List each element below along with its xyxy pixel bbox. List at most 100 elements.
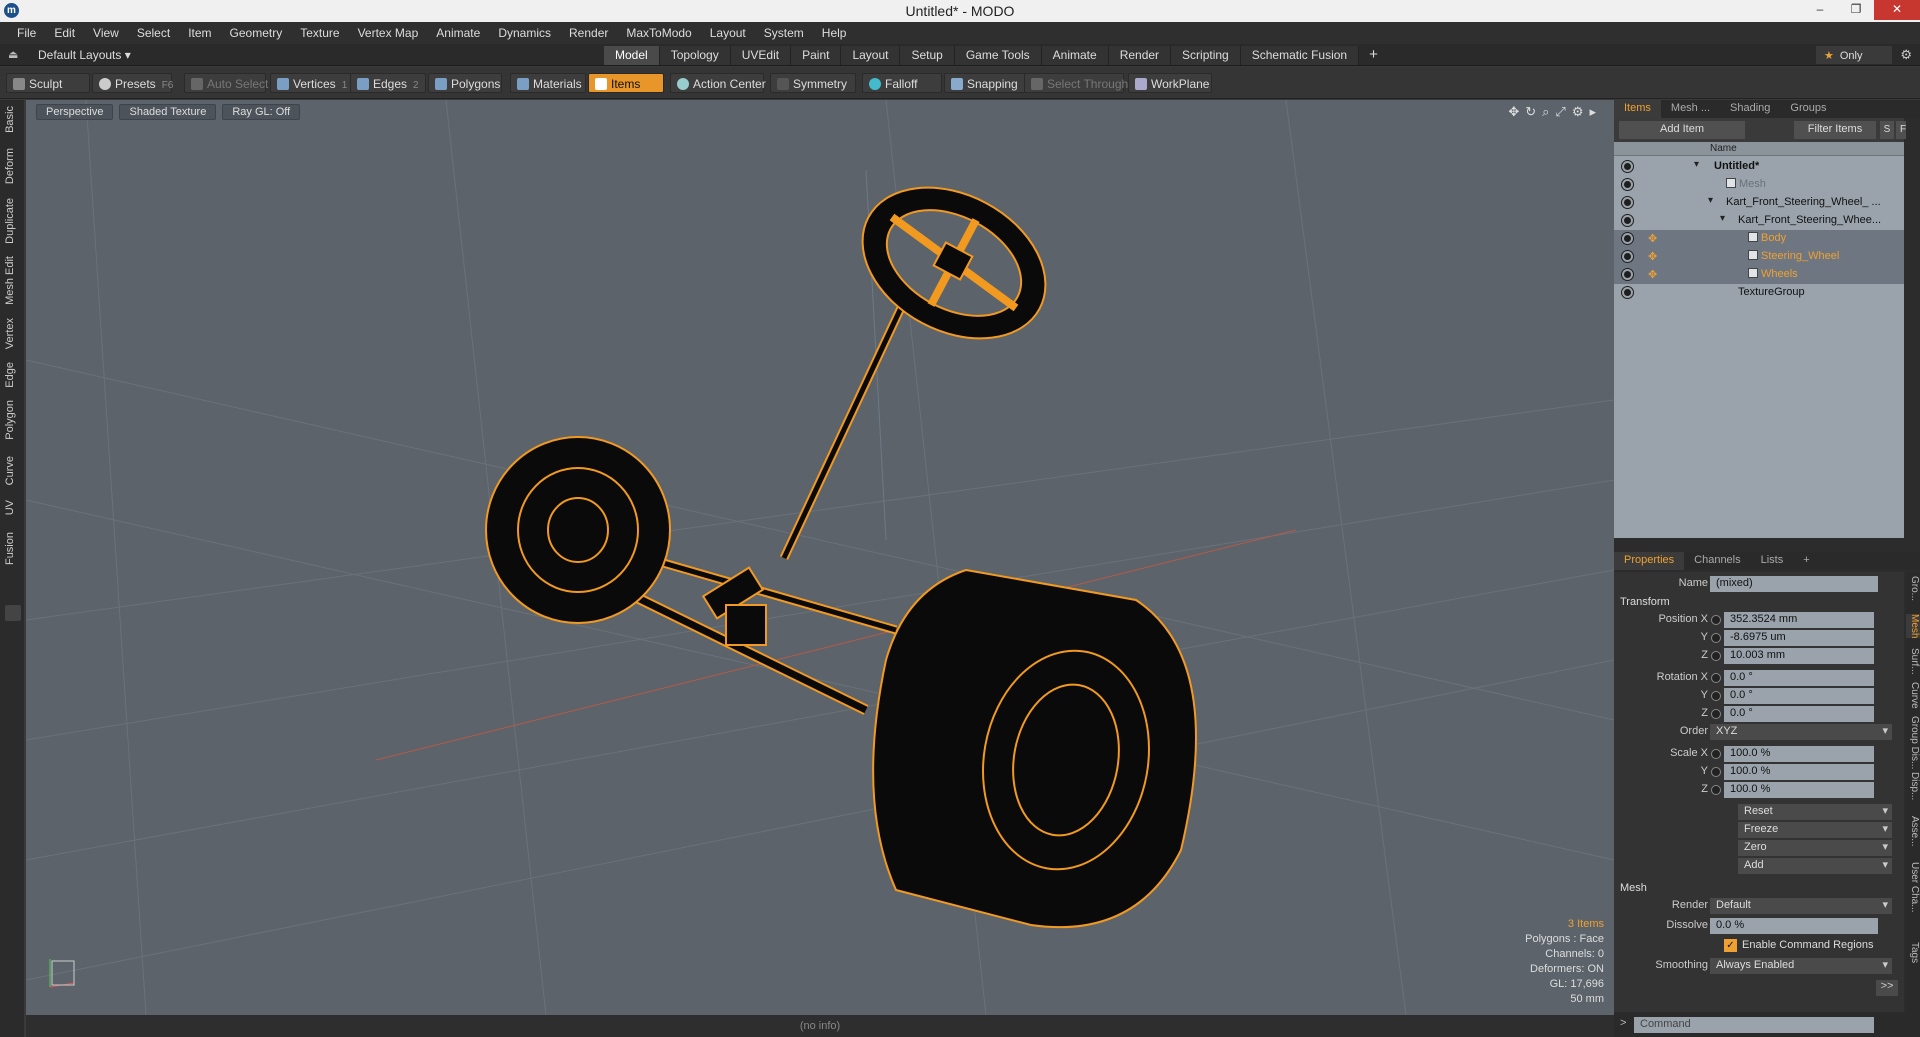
menu-render[interactable]: Render xyxy=(560,26,617,40)
visibility-eye-icon[interactable] xyxy=(1622,179,1633,190)
side-tab-assembly[interactable]: Asse... xyxy=(1906,816,1920,847)
menu-maxtomodo[interactable]: MaxToModo xyxy=(617,26,700,40)
tab-properties[interactable]: Properties xyxy=(1614,552,1685,570)
items-scrollbar[interactable] xyxy=(1906,118,1918,538)
raygl-button[interactable]: Ray GL: Off xyxy=(222,104,301,120)
rotation-z-field[interactable]: 0.0 ° xyxy=(1724,706,1874,722)
tab-shading[interactable]: Shading xyxy=(1720,100,1780,118)
tab-channels[interactable]: Channels xyxy=(1684,552,1750,570)
keyframe-dot[interactable] xyxy=(1711,691,1721,701)
action-center-button[interactable]: Action Center xyxy=(670,73,766,93)
polygons-button[interactable]: Polygons xyxy=(428,73,502,93)
left-panel-toggle[interactable] xyxy=(5,605,21,621)
render-dropdown[interactable]: Default xyxy=(1710,898,1892,914)
tab-curve[interactable]: Curve xyxy=(4,456,20,485)
keyframe-dot[interactable] xyxy=(1711,767,1721,777)
tree-row-body[interactable]: ✥ Body xyxy=(1614,230,1904,248)
tab-groups[interactable]: Groups xyxy=(1780,100,1836,118)
side-tab-surface[interactable]: Surf... xyxy=(1906,648,1920,675)
command-input[interactable]: Command xyxy=(1634,1017,1874,1033)
position-y-field[interactable]: -8.6975 um xyxy=(1724,630,1874,646)
tab-uv[interactable]: UV xyxy=(4,500,20,515)
menu-view[interactable]: View xyxy=(84,26,128,40)
filter-items-input[interactable]: Filter Items xyxy=(1794,121,1876,139)
keyframe-dot[interactable] xyxy=(1711,633,1721,643)
tab-mesh[interactable]: Mesh ... xyxy=(1661,100,1720,118)
rotation-x-field[interactable]: 0.0 ° xyxy=(1724,670,1874,686)
viewport-menu-icon[interactable]: ▸ xyxy=(1589,104,1596,120)
auto-select-button[interactable]: Auto Select xyxy=(184,73,268,93)
menu-layout[interactable]: Layout xyxy=(701,26,755,40)
freeze-dropdown[interactable]: Freeze xyxy=(1738,822,1892,838)
workplane-button[interactable]: WorkPlane xyxy=(1128,73,1212,93)
tab-mesh-edit[interactable]: Mesh Edit xyxy=(4,256,20,305)
tab-paint[interactable]: Paint xyxy=(791,46,842,65)
tab-game-tools[interactable]: Game Tools xyxy=(954,46,1042,65)
visibility-eye-icon[interactable] xyxy=(1622,215,1633,226)
keyframe-dot[interactable] xyxy=(1711,673,1721,683)
s-button[interactable]: S xyxy=(1880,121,1894,139)
visibility-eye-icon[interactable] xyxy=(1622,233,1633,244)
symmetry-button[interactable]: Symmetry xyxy=(770,73,856,93)
edges-button[interactable]: Edges 2 xyxy=(350,73,426,93)
menu-texture[interactable]: Texture xyxy=(291,26,348,40)
materials-button[interactable]: Materials xyxy=(510,73,586,93)
menu-help[interactable]: Help xyxy=(813,26,856,40)
falloff-button[interactable]: Falloff xyxy=(862,73,942,93)
visibility-eye-icon[interactable] xyxy=(1622,287,1633,298)
tab-setup[interactable]: Setup xyxy=(900,46,955,65)
menu-vertex-map[interactable]: Vertex Map xyxy=(349,26,428,40)
items-button[interactable]: Items xyxy=(588,73,664,93)
left-wheel[interactable] xyxy=(485,436,671,624)
side-tab-group-display[interactable]: Group Dis... xyxy=(1906,716,1920,769)
visibility-eye-icon[interactable] xyxy=(1622,269,1633,280)
side-tab-mesh[interactable]: Mesh xyxy=(1906,614,1920,639)
restore-button[interactable]: ❐ xyxy=(1838,0,1874,20)
tree-row-mesh[interactable]: Mesh xyxy=(1614,176,1904,194)
keyframe-dot[interactable] xyxy=(1711,785,1721,795)
command-regions-checkbox[interactable]: ✓ xyxy=(1724,939,1737,952)
dissolve-field[interactable]: 0.0 % xyxy=(1710,918,1878,934)
viewport-gear-icon[interactable]: ⚙ xyxy=(1572,104,1584,120)
position-z-field[interactable]: 10.003 mm xyxy=(1724,648,1874,664)
visibility-eye-icon[interactable] xyxy=(1622,197,1633,208)
menu-item[interactable]: Item xyxy=(179,26,220,40)
tab-basic[interactable]: Basic xyxy=(4,106,20,133)
menu-dynamics[interactable]: Dynamics xyxy=(489,26,560,40)
visibility-eye-icon[interactable] xyxy=(1622,161,1633,172)
sculpt-button[interactable]: Sculpt xyxy=(6,73,90,93)
position-x-field[interactable]: 352.3524 mm xyxy=(1724,612,1874,628)
tree-row-texture-group[interactable]: TextureGroup xyxy=(1614,284,1904,302)
tab-items[interactable]: Items xyxy=(1614,100,1661,118)
side-tab-user-channels[interactable]: User Cha... xyxy=(1906,862,1920,913)
add-dropdown[interactable]: Add xyxy=(1738,858,1892,874)
menu-edit[interactable]: Edit xyxy=(45,26,84,40)
tab-fusion[interactable]: Fusion xyxy=(4,532,20,565)
side-tab-curve[interactable]: Curve xyxy=(1906,682,1920,709)
tree-row-locator-2[interactable]: ▾ Kart_Front_Steering_Whee... xyxy=(1614,212,1904,230)
vertices-button[interactable]: Vertices 1 xyxy=(270,73,352,93)
tab-edge[interactable]: Edge xyxy=(4,362,20,388)
kart-steering-model[interactable] xyxy=(485,157,1197,929)
scale-y-field[interactable]: 100.0 % xyxy=(1724,764,1874,780)
expand-arrow-icon[interactable]: ▾ xyxy=(1694,159,1699,170)
3d-viewport[interactable]: Perspective Shaded Texture Ray GL: Off ✥… xyxy=(26,100,1614,1015)
tab-layout[interactable]: Layout xyxy=(841,46,901,65)
keyframe-dot[interactable] xyxy=(1711,709,1721,719)
scale-x-field[interactable]: 100.0 % xyxy=(1724,746,1874,762)
tab-animate[interactable]: Animate xyxy=(1041,46,1109,65)
tab-topology[interactable]: Topology xyxy=(659,46,731,65)
expand-arrow-icon[interactable]: ▾ xyxy=(1708,195,1713,206)
tab-vertex[interactable]: Vertex xyxy=(4,318,20,349)
tab-lists[interactable]: Lists xyxy=(1751,552,1794,570)
fit-icon[interactable]: ⤢ xyxy=(1555,104,1565,120)
tree-row-steering-wheel[interactable]: ✥ Steering_Wheel xyxy=(1614,248,1904,266)
transform-section-title[interactable]: Transform xyxy=(1620,596,1670,608)
menu-animate[interactable]: Animate xyxy=(427,26,489,40)
tab-model[interactable]: Model xyxy=(604,46,660,65)
side-tab-tags[interactable]: Tags xyxy=(1906,942,1920,963)
presets-button[interactable]: Presets F6 xyxy=(92,73,173,93)
name-column-header[interactable]: Name xyxy=(1710,143,1737,154)
tree-row-locator-1[interactable]: ▾ Kart_Front_Steering_Wheel_ ... xyxy=(1614,194,1904,212)
tab-scripting[interactable]: Scripting xyxy=(1171,46,1241,65)
